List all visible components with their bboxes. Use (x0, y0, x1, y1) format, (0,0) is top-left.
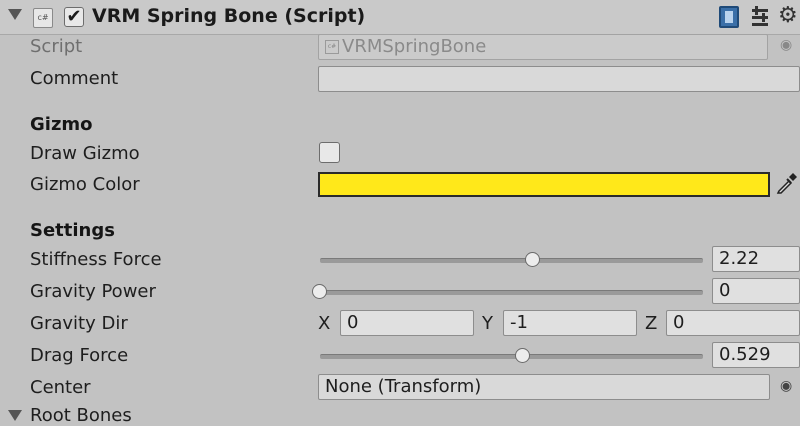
gravity-power-label: Gravity Power (30, 281, 156, 302)
gravity-dir-y-input[interactable]: -1 (503, 310, 637, 336)
gravity-dir-x-input[interactable]: 0 (340, 310, 474, 336)
script-icon: c# (33, 8, 53, 28)
settings-section-header: Settings (30, 220, 115, 241)
slider-knob[interactable] (524, 252, 540, 267)
script-field-value: VRMSpringBone (342, 36, 487, 57)
component-title: VRM Spring Bone (Script) (92, 5, 366, 27)
stiffness-force-label: Stiffness Force (30, 249, 162, 270)
stiffness-force-input[interactable]: 2.22 (712, 246, 800, 272)
gravity-power-input[interactable]: 0 (712, 278, 800, 304)
script-label: Script (30, 36, 83, 57)
stiffness-force-slider-track[interactable] (320, 258, 703, 263)
checkmark-icon: ✔ (66, 6, 82, 27)
object-picker-icon: ◉ (780, 37, 793, 53)
object-picker-icon[interactable]: ◉ (780, 378, 792, 394)
center-object-field[interactable]: None (Transform) (318, 374, 770, 400)
gravity-dir-label: Gravity Dir (30, 313, 128, 334)
gizmo-color-label: Gizmo Color (30, 174, 140, 195)
drag-force-slider-track[interactable] (320, 354, 703, 359)
draw-gizmo-label: Draw Gizmo (30, 143, 140, 164)
center-label: Center (30, 377, 91, 398)
component-enabled-checkbox[interactable]: ✔ (64, 7, 84, 27)
draw-gizmo-checkbox[interactable] (319, 142, 340, 163)
gravity-dir-y-label: Y (482, 313, 493, 334)
drag-force-input[interactable]: 0.529 (712, 342, 800, 368)
slider-knob[interactable] (514, 348, 530, 363)
gizmo-section-header: Gizmo (30, 114, 93, 135)
root-bones-label: Root Bones (30, 405, 132, 426)
script-field: c# VRMSpringBone (318, 34, 768, 60)
comment-input[interactable] (318, 66, 800, 92)
gravity-dir-z-label: Z (645, 313, 658, 334)
eyedropper-icon[interactable] (775, 171, 799, 195)
gravity-power-slider-track[interactable] (320, 290, 703, 295)
fold-arrow-icon[interactable] (8, 9, 22, 20)
gravity-dir-x-label: X (318, 313, 331, 334)
book-icon[interactable] (719, 6, 739, 28)
script-icon: c# (325, 40, 339, 54)
slider-knob[interactable] (312, 284, 327, 299)
gravity-dir-z-input[interactable]: 0 (666, 310, 800, 336)
sliders-icon[interactable] (750, 6, 770, 28)
drag-force-label: Drag Force (30, 345, 129, 366)
fold-arrow-icon[interactable] (8, 410, 22, 421)
gizmo-color-swatch[interactable] (318, 172, 770, 197)
gear-icon[interactable]: ⚙ (778, 3, 798, 28)
comment-label: Comment (30, 68, 119, 89)
